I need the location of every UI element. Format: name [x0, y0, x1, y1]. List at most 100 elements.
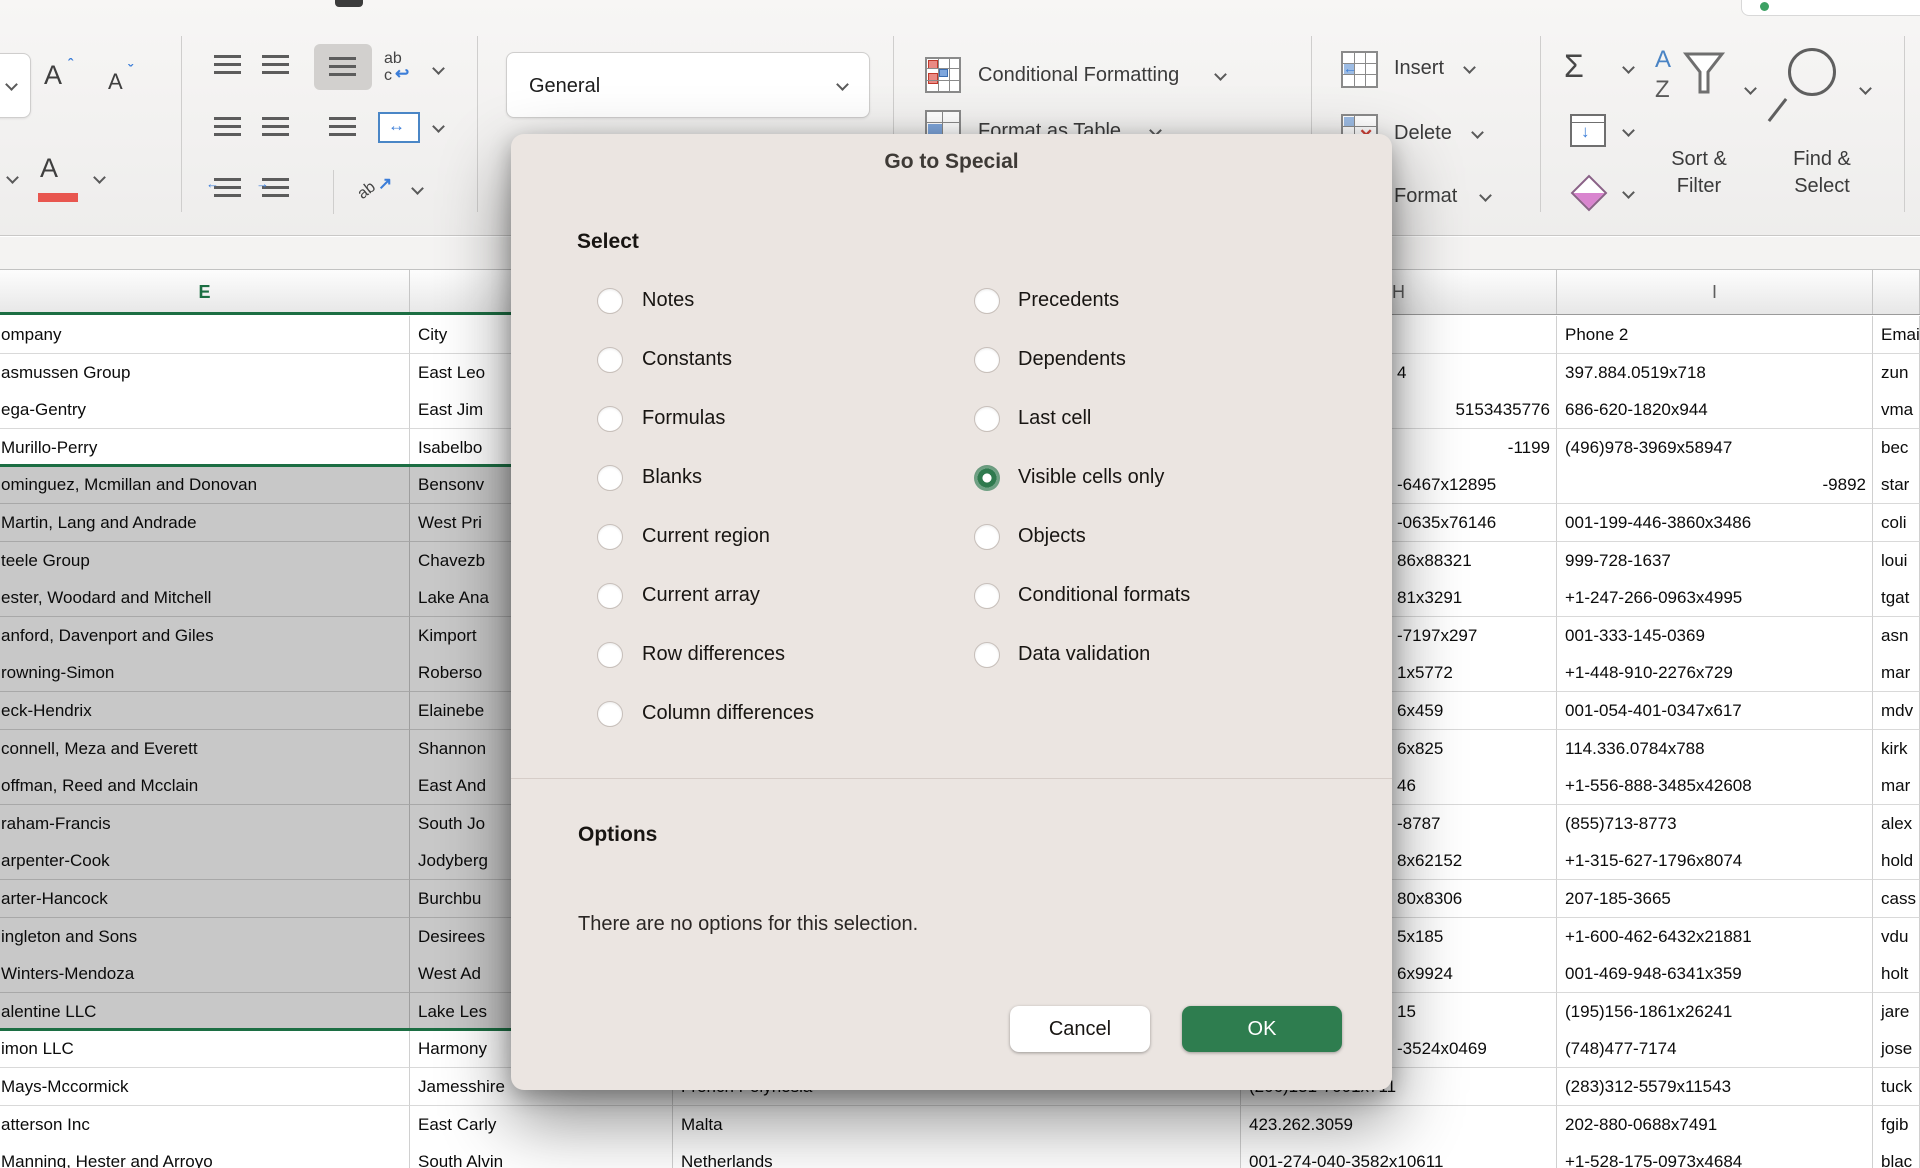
delete-label[interactable]: Delete: [1394, 120, 1452, 146]
cell-phone2[interactable]: (496)978-3969x58947: [1557, 429, 1873, 467]
align-center-button[interactable]: [262, 117, 289, 136]
cell-email[interactable]: cass: [1873, 880, 1920, 918]
cell-phone2[interactable]: 999-728-1637: [1557, 542, 1873, 580]
cell-phone2[interactable]: 202-880-0688x7491: [1557, 1106, 1873, 1144]
cell-country[interactable]: Malta: [673, 1106, 1241, 1144]
radio-icon[interactable]: [597, 701, 623, 727]
cell-company[interactable]: ega-Gentry: [0, 391, 410, 429]
cell-email[interactable]: alex: [1873, 805, 1920, 843]
radio-icon[interactable]: [974, 347, 1000, 373]
cell-company[interactable]: Martin, Lang and Andrade: [0, 504, 410, 542]
cell-email[interactable]: jose: [1873, 1030, 1920, 1068]
cell-email[interactable]: fgib: [1873, 1106, 1920, 1144]
cell-company[interactable]: connell, Meza and Everett: [0, 730, 410, 768]
cell-company[interactable]: ominguez, Mcmillan and Donovan: [0, 466, 410, 504]
conditional-formatting-icon[interactable]: [925, 57, 961, 93]
sort-filter-button[interactable]: A Z Sort & Filter: [1650, 44, 1760, 214]
cell-company[interactable]: Mays-Mccormick: [0, 1068, 410, 1106]
cell-company[interactable]: ester, Woodard and Mitchell: [0, 579, 410, 617]
radio-icon[interactable]: [597, 347, 623, 373]
cell-company[interactable]: offman, Reed and Mcclain: [0, 767, 410, 805]
radio-icon[interactable]: [597, 288, 623, 314]
cell-phone2[interactable]: +1-600-462-6432x21881: [1557, 918, 1873, 956]
cell-email[interactable]: mar: [1873, 767, 1920, 805]
cell-email[interactable]: tuck: [1873, 1068, 1920, 1106]
cell-email[interactable]: zun: [1873, 354, 1920, 392]
radio-icon[interactable]: [597, 465, 623, 491]
cell-email[interactable]: bec: [1873, 429, 1920, 467]
clear-eraser-icon[interactable]: [1571, 175, 1608, 212]
cell-phone2[interactable]: (855)713-8773: [1557, 805, 1873, 843]
cell-company[interactable]: anford, Davenport and Giles: [0, 617, 410, 655]
cell-email[interactable]: jare: [1873, 993, 1920, 1031]
cell-phone2[interactable]: (748)477-7174: [1557, 1030, 1873, 1068]
align-top-button[interactable]: [214, 55, 241, 74]
cell-phone2[interactable]: (283)312-5579x11543: [1557, 1068, 1873, 1106]
cell-company[interactable]: raham-Francis: [0, 805, 410, 843]
format-label[interactable]: Format: [1394, 183, 1457, 209]
cell-phone2[interactable]: +1-247-266-0963x4995: [1557, 579, 1873, 617]
chevron-down-icon[interactable]: [6, 80, 17, 91]
chevron-down-icon[interactable]: [1623, 188, 1634, 199]
align-left-button[interactable]: [214, 117, 241, 136]
radio-icon[interactable]: [974, 524, 1000, 550]
cell-company[interactable]: arter-Hancock: [0, 880, 410, 918]
cell-company[interactable]: alentine LLC: [0, 993, 410, 1031]
column-header-E[interactable]: E: [0, 270, 410, 314]
cell-company[interactable]: Murillo-Perry: [0, 429, 410, 467]
cell-email[interactable]: holt: [1873, 955, 1920, 993]
cell-company[interactable]: atterson Inc: [0, 1106, 410, 1144]
insert-label[interactable]: Insert: [1394, 55, 1444, 81]
chevron-down-icon[interactable]: [1480, 191, 1491, 202]
cell-phone2[interactable]: 001-054-401-0347x617: [1557, 692, 1873, 730]
cell-phone1[interactable]: 423.262.3059: [1241, 1106, 1557, 1144]
cell-phone2[interactable]: 001-199-446-3860x3486: [1557, 504, 1873, 542]
cell-email[interactable]: coli: [1873, 504, 1920, 542]
cell-company[interactable]: Manning, Hester and Arroyo: [0, 1143, 410, 1168]
cell-company[interactable]: Winters-Mendoza: [0, 955, 410, 993]
chevron-down-icon[interactable]: [1464, 63, 1475, 74]
cell-company[interactable]: teele Group: [0, 542, 410, 580]
chevron-down-icon[interactable]: [433, 64, 444, 75]
cell-phone1[interactable]: 001-274-040-3582x10611: [1241, 1143, 1557, 1168]
cell-country[interactable]: Netherlands: [673, 1143, 1241, 1168]
cell-email[interactable]: vma: [1873, 391, 1920, 429]
number-format-dropdown[interactable]: General: [506, 52, 870, 118]
merge-cells-button[interactable]: ↔: [378, 112, 420, 143]
cell-company[interactable]: ompany: [0, 316, 410, 354]
cell-email[interactable]: star: [1873, 466, 1920, 504]
column-header-email[interactable]: [1873, 270, 1920, 314]
cell-phone2[interactable]: -9892: [1557, 466, 1873, 504]
cell-company[interactable]: asmussen Group: [0, 354, 410, 392]
cell-city[interactable]: East Carly: [410, 1106, 673, 1144]
conditional-formatting-label[interactable]: Conditional Formatting: [978, 62, 1179, 88]
chevron-down-icon[interactable]: [412, 184, 423, 195]
chevron-down-icon[interactable]: [1472, 128, 1483, 139]
cell-city[interactable]: South Alvin: [410, 1143, 673, 1168]
cell-email[interactable]: kirk: [1873, 730, 1920, 768]
chevron-down-icon[interactable]: [1623, 126, 1634, 137]
cell-email[interactable]: tgat: [1873, 579, 1920, 617]
cell-company[interactable]: rowning-Simon: [0, 654, 410, 692]
align-middle-button[interactable]: [262, 55, 289, 74]
cell-company[interactable]: eck-Hendrix: [0, 692, 410, 730]
column-header-I[interactable]: I: [1557, 270, 1873, 314]
radio-icon[interactable]: [974, 288, 1000, 314]
align-bottom-button[interactable]: [329, 57, 356, 76]
radio-icon[interactable]: [597, 642, 623, 668]
chevron-down-icon[interactable]: [7, 173, 18, 184]
fill-down-icon[interactable]: ↓: [1570, 114, 1606, 147]
cell-email[interactable]: hold: [1873, 842, 1920, 880]
cell-phone2[interactable]: +1-448-910-2276x729: [1557, 654, 1873, 692]
cell-email[interactable]: blac: [1873, 1143, 1920, 1168]
radio-icon[interactable]: [597, 524, 623, 550]
cell-email[interactable]: loui: [1873, 542, 1920, 580]
cell-email[interactable]: Email: [1873, 316, 1920, 354]
cell-company[interactable]: arpenter-Cook: [0, 842, 410, 880]
cell-phone2[interactable]: 001-469-948-6341x359: [1557, 955, 1873, 993]
cancel-button[interactable]: Cancel: [1010, 1006, 1150, 1052]
autosum-icon[interactable]: Σ: [1564, 48, 1584, 85]
text-orientation-button[interactable]: ab ↗: [356, 172, 400, 212]
cell-phone2[interactable]: +1-528-175-0973x4684: [1557, 1143, 1873, 1168]
radio-icon[interactable]: [597, 583, 623, 609]
